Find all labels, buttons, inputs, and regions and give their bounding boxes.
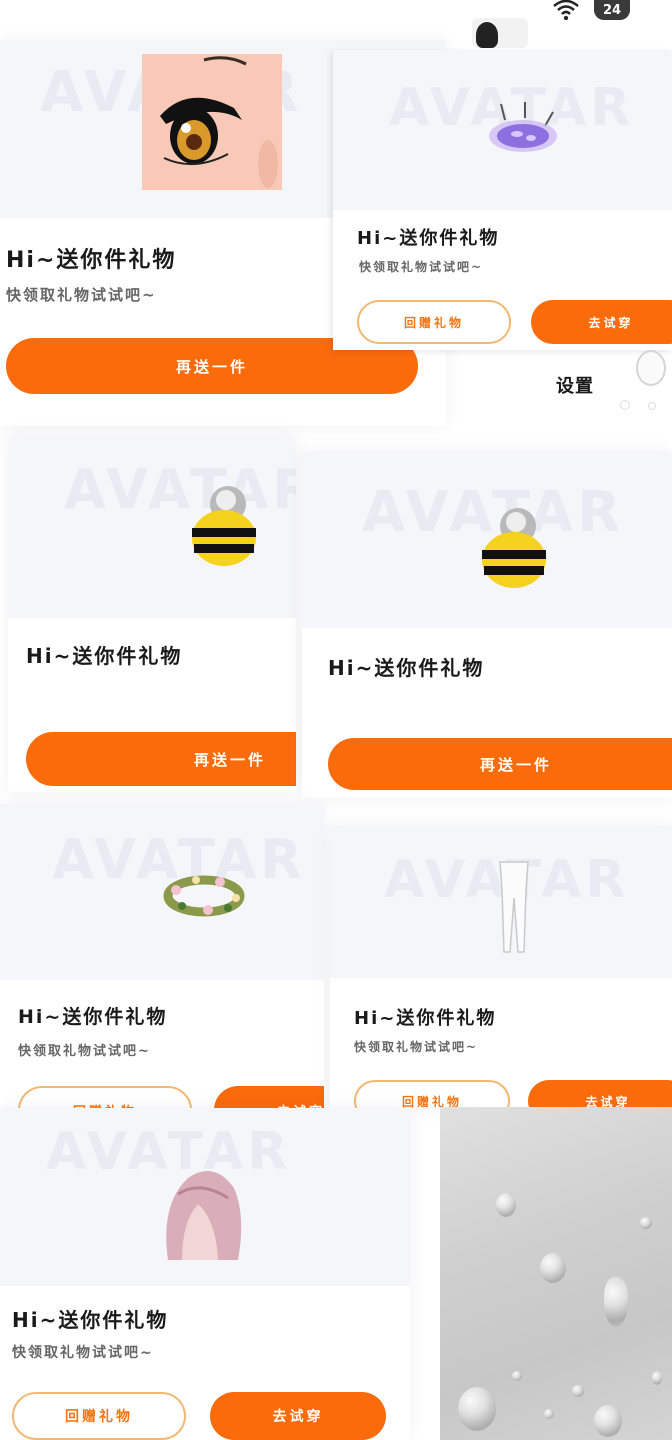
return-gift-button[interactable]: 回赠礼物 bbox=[357, 300, 511, 344]
white-tights-image bbox=[496, 860, 532, 956]
water-drop bbox=[512, 1371, 522, 1381]
water-drop bbox=[652, 1371, 662, 1385]
profile-thumbnail bbox=[472, 18, 528, 48]
card-title: Hi~送你件礼物 bbox=[26, 644, 183, 668]
card-subtitle: 快领取礼物试试吧~ bbox=[354, 1040, 479, 1054]
card-subtitle: 快领取礼物试试吧~ bbox=[6, 286, 157, 304]
card-title: Hi~送你件礼物 bbox=[328, 656, 485, 680]
bee-costume-image bbox=[190, 480, 262, 570]
water-drop bbox=[458, 1387, 496, 1431]
gift-preview: AVATAR bbox=[302, 452, 672, 628]
gift-card: AVATAR Hi~送你件礼物 再送一件 bbox=[302, 452, 672, 798]
card-title: Hi~送你件礼物 bbox=[357, 228, 500, 249]
card-subtitle: 快领取礼物试试吧~ bbox=[18, 1044, 151, 1059]
settings-label[interactable]: 设置 bbox=[556, 372, 594, 398]
card-subtitle: 快领取礼物试试吧~ bbox=[12, 1345, 154, 1361]
water-drop bbox=[540, 1253, 566, 1283]
try-on-button[interactable]: 去试穿 bbox=[210, 1392, 386, 1440]
send-another-button[interactable]: 再送一件 bbox=[26, 732, 296, 786]
gift-preview: AVATAR bbox=[0, 1108, 410, 1286]
return-gift-button[interactable]: 回赠礼物 bbox=[354, 1080, 510, 1108]
try-on-button[interactable]: 去试穿 bbox=[531, 300, 672, 344]
card-title: Hi~送你件礼物 bbox=[12, 1308, 169, 1332]
try-on-button[interactable]: 去试穿 bbox=[528, 1080, 672, 1108]
water-drop bbox=[496, 1193, 516, 1217]
battery-icon: 24 bbox=[594, 0, 630, 20]
water-drop-decoration bbox=[636, 350, 666, 386]
purple-hair-clip-image bbox=[483, 98, 563, 158]
water-drop bbox=[544, 1409, 554, 1419]
card-title: Hi~送你件礼物 bbox=[18, 1006, 168, 1028]
battery-level: 24 bbox=[602, 2, 622, 18]
gift-preview: AVATAR bbox=[330, 826, 672, 978]
raindrop-wallpaper bbox=[440, 1107, 672, 1440]
eye-makeup-image bbox=[142, 54, 282, 190]
card-title: Hi~送你件礼物 bbox=[354, 1008, 497, 1029]
water-drop bbox=[594, 1405, 622, 1437]
water-drop-decoration bbox=[620, 400, 630, 410]
gift-card: AVATAR Hi~送你件礼物 快领取礼物试试吧~ 回赠礼物 去试穿 bbox=[0, 1108, 410, 1440]
water-drop-decoration bbox=[648, 402, 656, 410]
wifi-icon bbox=[553, 0, 579, 21]
pink-hair-image bbox=[158, 1164, 244, 1264]
water-drop bbox=[604, 1277, 628, 1327]
water-drop bbox=[640, 1217, 652, 1229]
gift-card: AVATAR Hi~送你件礼物 再送一件 bbox=[8, 436, 296, 792]
bee-costume-image bbox=[480, 502, 552, 592]
card-subtitle: 快领取礼物试试吧~ bbox=[359, 260, 484, 274]
gift-preview: AVATAR bbox=[8, 436, 296, 618]
gift-card: AVATAR Hi~送你件礼物 快领取礼物试试吧~ 回赠礼物 去试穿 bbox=[330, 826, 672, 1108]
return-gift-button[interactable]: 回赠礼物 bbox=[12, 1392, 186, 1440]
card-title: Hi~送你件礼物 bbox=[6, 248, 177, 273]
flower-wreath-image bbox=[162, 868, 246, 924]
send-another-button[interactable]: 再送一件 bbox=[328, 738, 672, 790]
gift-preview: AVATAR bbox=[0, 804, 324, 980]
gift-card: AVATAR Hi~送你件礼物 快领取礼物试试吧~ 回赠礼物 去试穿 bbox=[333, 50, 672, 350]
gift-card: AVATAR Hi~送你件礼物 快领取礼物试试吧~ 回赠礼物 去试穿 bbox=[0, 804, 324, 1108]
status-bar: 24 bbox=[0, 0, 672, 48]
water-drop bbox=[572, 1385, 584, 1397]
return-gift-button[interactable]: 回赠礼物 bbox=[18, 1086, 192, 1108]
gift-preview: AVATAR bbox=[333, 50, 672, 210]
try-on-button[interactable]: 去试穿 bbox=[214, 1086, 324, 1108]
